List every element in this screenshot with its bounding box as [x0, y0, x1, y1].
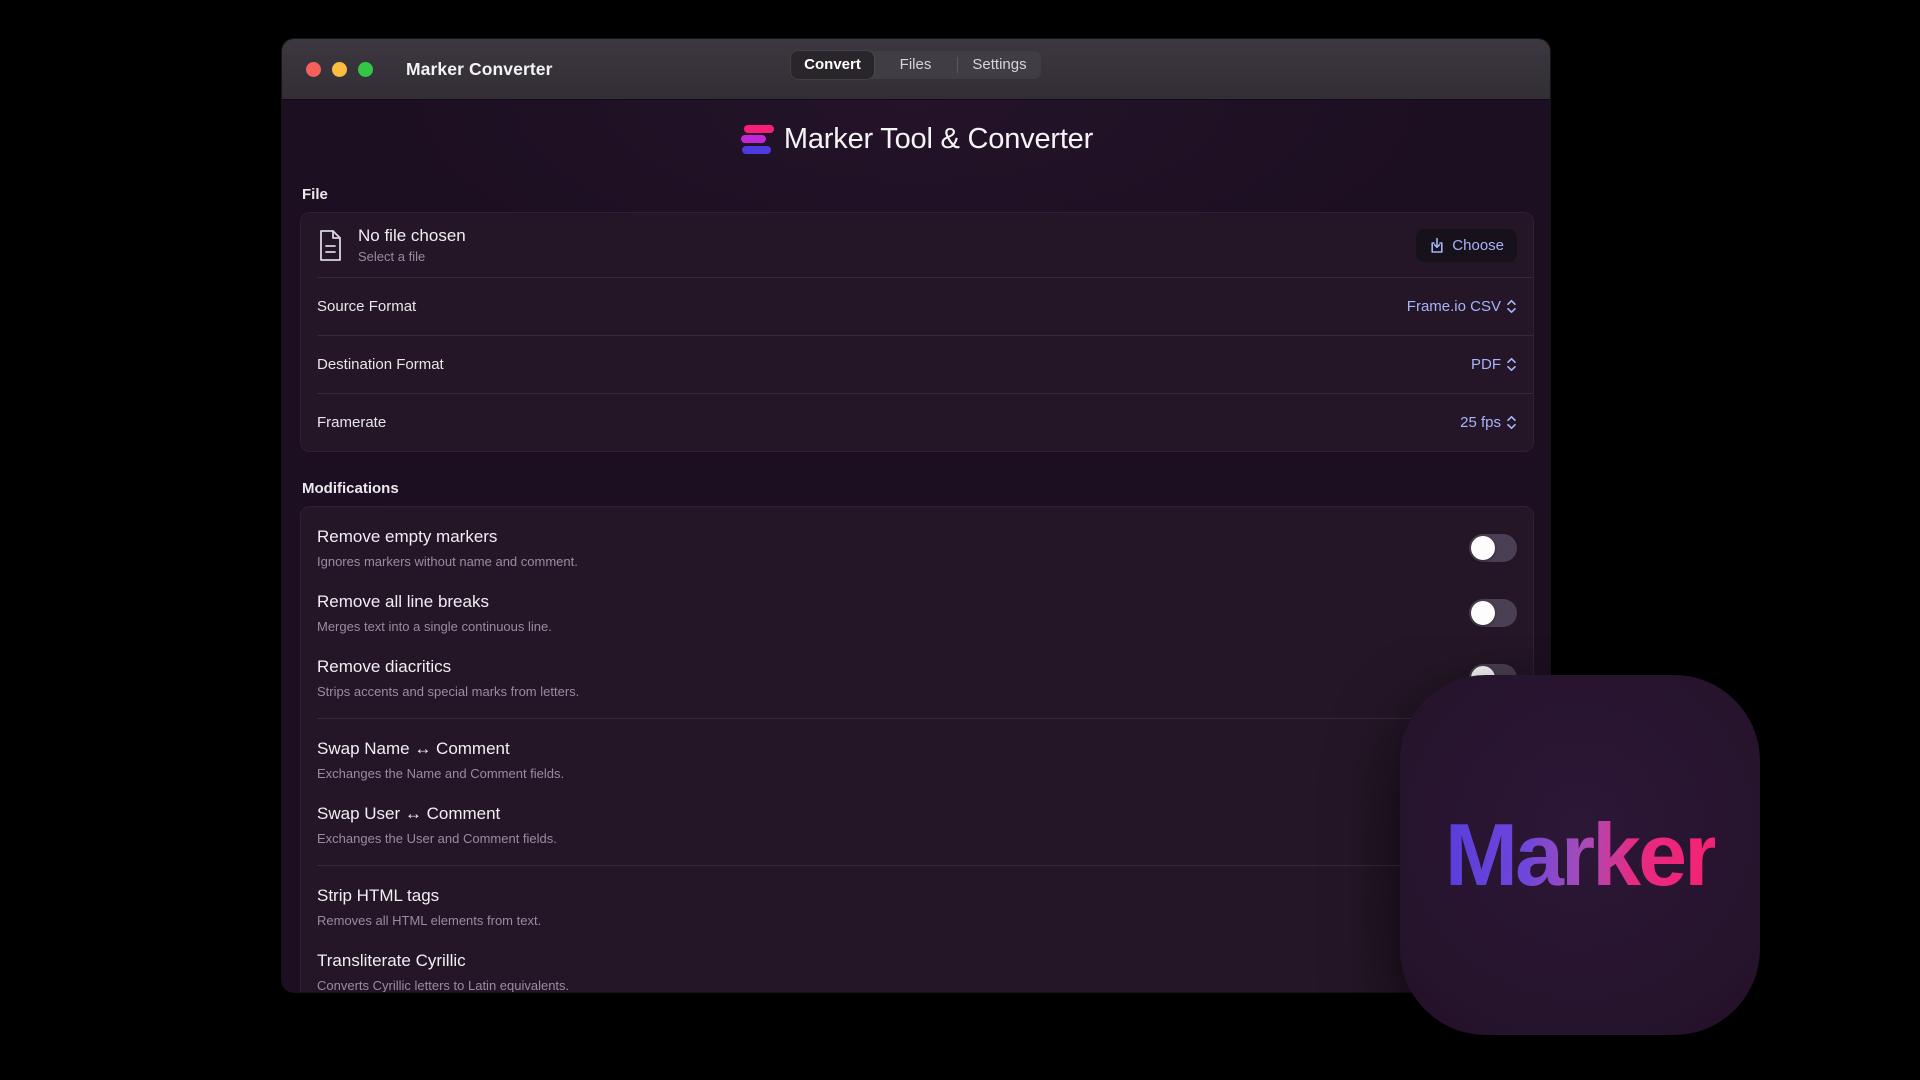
framerate-value: 25 fps	[1460, 414, 1501, 431]
marker-app-icon: Marker	[1400, 675, 1760, 1035]
minimize-button[interactable]	[332, 62, 347, 77]
modifications-card: Remove empty markers Ignores markers wit…	[300, 506, 1534, 992]
mod-title: Swap User ↔ Comment	[317, 804, 1517, 824]
mod-subtitle: Removes all HTML elements from text.	[317, 913, 1517, 928]
mod-title: Swap Name ↔ Comment	[317, 739, 1517, 759]
remove-line-breaks-toggle[interactable]	[1469, 599, 1517, 627]
remove-empty-markers-toggle[interactable]	[1469, 534, 1517, 562]
marker-app-icon-text: Marker	[1445, 804, 1716, 906]
mod-title: Remove empty markers	[317, 527, 1469, 547]
file-hint: Select a file	[358, 249, 466, 264]
choose-file-label: Choose	[1452, 237, 1504, 254]
page-title: Marker Tool & Converter	[784, 123, 1093, 156]
destination-format-value: PDF	[1471, 356, 1501, 373]
source-format-value: Frame.io CSV	[1407, 298, 1501, 315]
page-title-row: Marker Tool & Converter	[300, 100, 1534, 158]
mod-title: Remove all line breaks	[317, 592, 1469, 612]
choose-file-button[interactable]: Choose	[1416, 229, 1517, 262]
app-window: Marker Converter Convert Files Settings …	[282, 39, 1550, 992]
remove-line-breaks-row: Remove all line breaks Merges text into …	[301, 580, 1533, 645]
file-section-label: File	[302, 186, 1534, 203]
source-format-select[interactable]: Frame.io CSV	[1407, 298, 1517, 315]
mod-subtitle: Strips accents and special marks from le…	[317, 684, 1469, 699]
close-button[interactable]	[306, 62, 321, 77]
mod-subtitle: Ignores markers without name and comment…	[317, 554, 1469, 569]
group-divider	[317, 865, 1533, 866]
marker-logo-icon	[741, 125, 773, 154]
mod-title: Transliterate Cyrillic	[317, 951, 1517, 971]
content-area: Marker Tool & Converter File No file c	[282, 100, 1550, 992]
framerate-label: Framerate	[317, 414, 386, 431]
chevron-up-down-icon	[1506, 299, 1517, 314]
source-format-label: Source Format	[317, 298, 416, 315]
strip-html-row[interactable]: Strip HTML tags Removes all HTML element…	[301, 874, 1533, 939]
remove-diacritics-row: Remove diacritics Strips accents and spe…	[301, 645, 1533, 710]
destination-format-label: Destination Format	[317, 356, 444, 373]
window-title: Marker Converter	[406, 59, 553, 80]
mod-title: Remove diacritics	[317, 657, 1469, 677]
mod-subtitle: Converts Cyrillic letters to Latin equiv…	[317, 978, 1517, 992]
tab-convert[interactable]: Convert	[791, 51, 874, 79]
mod-subtitle: Exchanges the User and Comment fields.	[317, 831, 1517, 846]
mod-subtitle: Merges text into a single continuous lin…	[317, 619, 1469, 634]
tab-files[interactable]: Files	[874, 51, 957, 79]
file-card: No file chosen Select a file Choose	[300, 212, 1534, 452]
window-controls	[306, 62, 373, 77]
transliterate-cyrillic-row[interactable]: Transliterate Cyrillic Converts Cyrillic…	[301, 939, 1533, 992]
remove-empty-markers-row: Remove empty markers Ignores markers wit…	[301, 515, 1533, 580]
tab-settings[interactable]: Settings	[958, 51, 1041, 79]
mod-title: Strip HTML tags	[317, 886, 1517, 906]
destination-format-row: Destination Format PDF	[301, 336, 1533, 393]
destination-format-select[interactable]: PDF	[1471, 356, 1517, 373]
import-icon	[1429, 237, 1445, 254]
group-divider	[317, 718, 1533, 719]
document-icon	[317, 229, 344, 262]
framerate-select[interactable]: 25 fps	[1460, 414, 1517, 431]
chevron-up-down-icon	[1506, 415, 1517, 430]
file-info: No file chosen Select a file	[358, 226, 466, 264]
tab-bar: Convert Files Settings	[791, 51, 1041, 79]
zoom-button[interactable]	[358, 62, 373, 77]
titlebar[interactable]: Marker Converter Convert Files Settings	[282, 39, 1550, 100]
file-chooser-row: No file chosen Select a file Choose	[301, 213, 1533, 277]
swap-user-comment-row[interactable]: Swap User ↔ Comment Exchanges the User a…	[301, 792, 1533, 857]
swap-name-comment-row[interactable]: Swap Name ↔ Comment Exchanges the Name a…	[301, 727, 1533, 792]
chevron-up-down-icon	[1506, 357, 1517, 372]
modifications-section-label: Modifications	[302, 480, 1534, 497]
framerate-row: Framerate 25 fps	[301, 394, 1533, 451]
file-name: No file chosen	[358, 226, 466, 246]
source-format-row: Source Format Frame.io CSV	[301, 278, 1533, 335]
desktop: Marker Converter Convert Files Settings …	[0, 0, 1920, 1080]
mod-subtitle: Exchanges the Name and Comment fields.	[317, 766, 1517, 781]
